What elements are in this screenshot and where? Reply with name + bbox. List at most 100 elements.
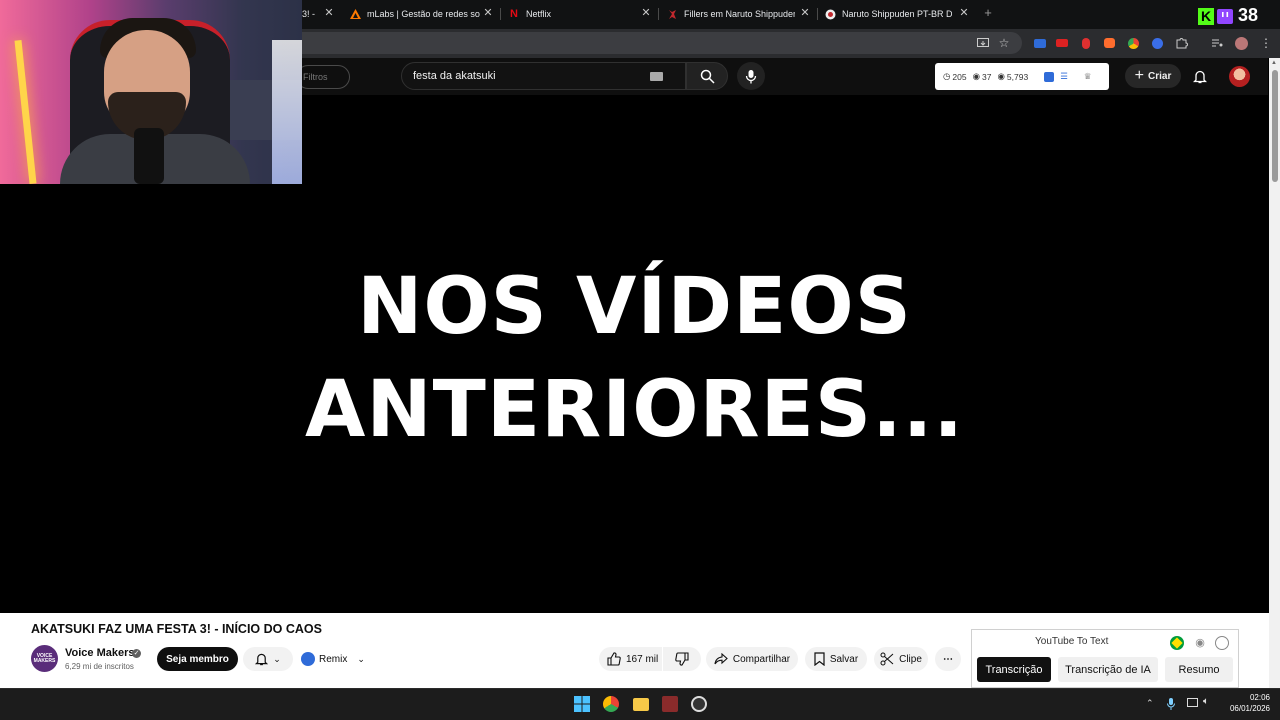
user-icon[interactable]	[1215, 636, 1229, 650]
search-input[interactable]: festa da akatsuki	[401, 62, 686, 90]
clock-icon: ◷	[943, 71, 951, 81]
bell-icon	[1193, 70, 1207, 83]
plus-icon: +	[1134, 67, 1144, 84]
bell-icon	[255, 653, 269, 666]
bookmark-star-icon[interactable]: ☆	[996, 35, 1012, 51]
account-avatar[interactable]	[1229, 66, 1250, 87]
close-tab-icon[interactable]: ✕	[957, 6, 971, 20]
video-caption-line-1: NOS VÍDEOS	[357, 262, 912, 352]
naruto-icon	[667, 8, 678, 20]
filters-button[interactable]: Filtros	[296, 65, 350, 89]
share-button[interactable]: Compartilhar	[706, 647, 798, 671]
channel-stats-widget: ◷ 205 ◉ 37 ◉ 5,793 ☰ ♕	[935, 63, 1109, 90]
scroll-up-arrow-icon[interactable]: ▲	[1271, 60, 1278, 66]
twitch-icon	[1217, 9, 1233, 24]
share-icon	[714, 653, 728, 665]
clock-time: 02:06	[1249, 693, 1270, 702]
keyboard-icon[interactable]	[650, 72, 663, 81]
create-button[interactable]: + Criar	[1125, 64, 1181, 88]
tab-transcricao[interactable]: Transcrição	[977, 657, 1051, 682]
chevron-up-icon[interactable]: ⌃	[1146, 698, 1154, 709]
subscriber-count: 6,29 mi de inscritos	[65, 662, 134, 671]
volume-icon[interactable]: 🔈︎	[1203, 696, 1209, 707]
profile-avatar-icon[interactable]	[1233, 35, 1249, 51]
kick-icon: K	[1198, 8, 1214, 25]
extension-icon[interactable]	[1149, 35, 1165, 51]
remix-icon	[301, 652, 315, 666]
channel-name[interactable]: Voice Makers	[65, 647, 135, 659]
more-actions-button[interactable]: ⋯	[935, 647, 961, 671]
viewer-count: 38	[1238, 5, 1259, 25]
subscribe-notifications-button[interactable]: ⌄	[243, 647, 293, 671]
browser-menu-icon[interactable]: ⋮	[1258, 35, 1274, 51]
streamer-webcam	[0, 0, 302, 184]
verified-icon: ✓	[132, 649, 141, 658]
video-title: AKATSUKI FAZ UMA FESTA 3! - INÍCIO DO CA…	[31, 622, 322, 636]
extension-icon[interactable]	[1032, 35, 1048, 51]
channel-avatar[interactable]: VOICE MAKERS	[31, 645, 58, 672]
bookmark-icon	[814, 652, 825, 666]
address-bar[interactable]	[302, 32, 1022, 54]
tab-separator	[500, 8, 501, 20]
tab-separator	[817, 8, 818, 20]
extension-icon[interactable]	[1078, 35, 1094, 51]
tab-mlabs[interactable]: mLabs | Gestão de redes sociais	[350, 3, 480, 25]
tab-netflix[interactable]: N Netflix	[508, 3, 638, 25]
remix-button[interactable]: Remix ⌄	[301, 647, 369, 671]
close-tab-icon[interactable]: ✕	[798, 6, 812, 20]
scrollbar-thumb[interactable]	[1272, 70, 1278, 182]
extensions-puzzle-icon[interactable]	[1174, 35, 1190, 51]
clock-date: 06/01/2026	[1229, 704, 1270, 713]
chevron-down-icon: ⌄	[357, 653, 365, 664]
tab-resumo[interactable]: Resumo	[1165, 657, 1233, 682]
save-button[interactable]: Salvar	[805, 647, 867, 671]
close-tab-icon[interactable]: ✕	[481, 6, 495, 20]
tab-transcricao-ia[interactable]: Transcrição de IA	[1058, 657, 1158, 682]
extension-icon[interactable]	[1125, 35, 1141, 51]
extension-icon[interactable]	[1054, 35, 1070, 51]
tab-fillers-naruto[interactable]: Fillers em Naruto Shippuden: sa	[667, 3, 795, 25]
windows-start-icon[interactable]	[571, 693, 593, 715]
media-controls-icon[interactable]	[1209, 35, 1225, 51]
eye-icon: ◉	[972, 71, 981, 81]
like-button[interactable]: 167 mil	[599, 647, 662, 671]
tab-naruto-dublado[interactable]: Naruto Shippuden PT-BR Dubla	[825, 3, 952, 25]
chrome-icon[interactable]	[600, 693, 622, 715]
video-caption-line-2: ANTERIORES...	[305, 365, 964, 455]
search-button[interactable]	[686, 62, 728, 90]
thumbs-up-icon	[607, 652, 621, 666]
display-icon[interactable]	[1187, 698, 1198, 707]
microphone-icon	[745, 69, 757, 83]
tab-separator	[658, 8, 659, 20]
voice-makers-app-icon[interactable]	[659, 693, 681, 715]
queue-icon[interactable]: ☰	[1060, 71, 1068, 82]
notifications-button[interactable]	[1190, 66, 1210, 86]
chevron-down-icon: ⌄	[273, 653, 281, 664]
close-tab-icon[interactable]: ✕	[639, 6, 653, 20]
obs-icon[interactable]	[688, 693, 710, 715]
voice-search-button[interactable]	[737, 62, 765, 90]
close-tab-icon[interactable]: ✕	[322, 6, 336, 20]
naruto-icon	[825, 8, 836, 20]
microphone-icon[interactable]	[1167, 697, 1175, 710]
netflix-icon: N	[510, 8, 518, 20]
more-horizontal-icon: ⋯	[943, 653, 953, 665]
brazil-flag-icon[interactable]	[1170, 636, 1184, 650]
file-explorer-icon[interactable]	[630, 693, 652, 715]
install-app-icon[interactable]	[975, 35, 991, 51]
tab-youtube[interactable]: 3! -	[302, 3, 316, 25]
system-clock[interactable]: 02:06 06/01/2026	[1224, 692, 1270, 714]
mlabs-icon	[350, 8, 361, 20]
clip-button[interactable]: Clipe	[874, 647, 928, 671]
dislike-button[interactable]	[663, 647, 701, 671]
extension-badge-icon[interactable]	[1044, 71, 1055, 82]
eye-icon[interactable]: ◉	[1193, 636, 1207, 650]
trophy-icon[interactable]: ♕	[1084, 71, 1092, 82]
join-button[interactable]: Seja membro	[157, 647, 238, 671]
extension-icon[interactable]	[1101, 35, 1117, 51]
youtube-to-text-title: YouTube To Text	[1035, 636, 1109, 647]
eye-icon: ◉	[997, 71, 1005, 81]
thumbs-down-icon	[675, 652, 689, 666]
new-tab-button[interactable]: +	[981, 6, 995, 20]
search-icon	[700, 69, 715, 84]
